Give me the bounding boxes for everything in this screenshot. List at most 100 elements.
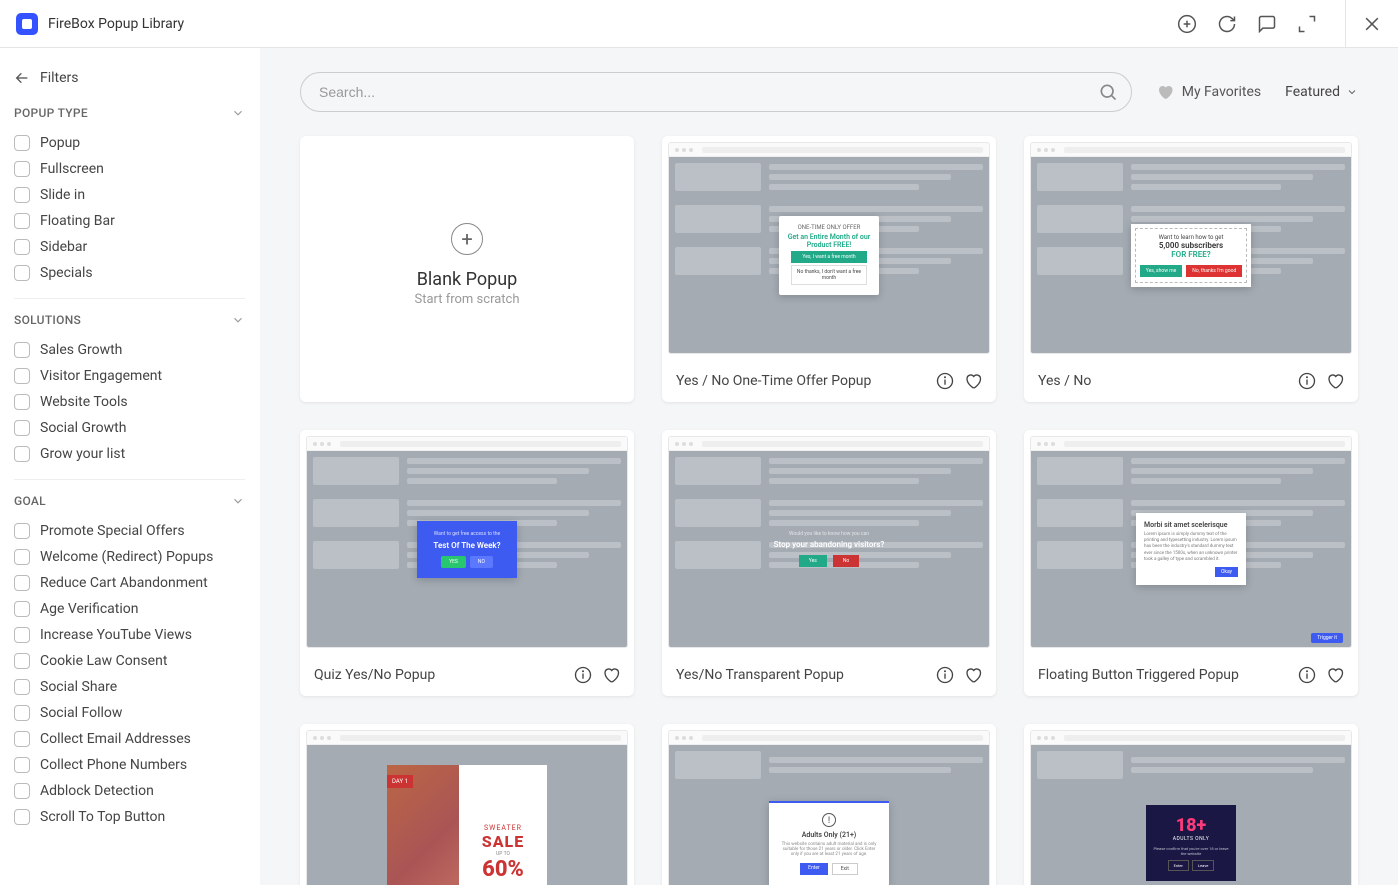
filter-label: Collect Email Addresses bbox=[40, 731, 191, 747]
template-card[interactable]: ! Adults Only (21+) This website contain… bbox=[662, 724, 996, 885]
filter-label: Grow your list bbox=[40, 446, 125, 462]
filter-item[interactable]: Social Follow bbox=[14, 700, 245, 726]
filter-group: GOAL Promote Special Offers Welcome (Redir… bbox=[14, 494, 245, 842]
checkbox[interactable] bbox=[14, 187, 30, 203]
filter-label: Specials bbox=[40, 265, 93, 281]
info-icon[interactable] bbox=[1298, 666, 1316, 684]
filter-item[interactable]: Popup bbox=[14, 130, 245, 156]
blank-popup-card[interactable]: + Blank Popup Start from scratch bbox=[300, 136, 634, 402]
filter-group-header[interactable]: POPUP TYPE bbox=[14, 106, 245, 120]
template-card[interactable]: Want to learn how to get 5,000 subscribe… bbox=[1024, 136, 1358, 402]
filter-label: Sidebar bbox=[40, 239, 87, 255]
filter-item[interactable]: Promote Special Offers bbox=[14, 518, 245, 544]
sort-dropdown[interactable]: Featured bbox=[1285, 84, 1358, 100]
checkbox[interactable] bbox=[14, 368, 30, 384]
template-card[interactable]: ONE-TIME ONLY OFFER Get an Entire Month … bbox=[662, 136, 996, 402]
filter-label: Reduce Cart Abandonment bbox=[40, 575, 208, 591]
checkbox[interactable] bbox=[14, 265, 30, 281]
card-title: Floating Button Triggered Popup bbox=[1038, 667, 1239, 683]
checkbox[interactable] bbox=[14, 809, 30, 825]
checkbox[interactable] bbox=[14, 601, 30, 617]
card-title: Yes/No Transparent Popup bbox=[676, 667, 844, 683]
filter-item[interactable]: Cookie Law Consent bbox=[14, 648, 245, 674]
filters-sidebar: Filters POPUP TYPE PopupFullscreenSlide i… bbox=[0, 48, 260, 885]
info-icon[interactable] bbox=[574, 666, 592, 684]
checkbox[interactable] bbox=[14, 705, 30, 721]
close-icon[interactable] bbox=[1362, 14, 1382, 34]
template-card[interactable]: Morbi sit amet scelerisque Lorem ipsum i… bbox=[1024, 430, 1358, 696]
search-icon[interactable] bbox=[1098, 82, 1118, 102]
filter-item[interactable]: Age Verification bbox=[14, 596, 245, 622]
blank-subtitle: Start from scratch bbox=[414, 292, 519, 307]
filters-toggle[interactable]: Filters bbox=[14, 64, 245, 92]
checkbox[interactable] bbox=[14, 446, 30, 462]
checkbox[interactable] bbox=[14, 239, 30, 255]
checkbox[interactable] bbox=[14, 549, 30, 565]
chevron-down-icon bbox=[231, 106, 245, 120]
filter-item[interactable]: Floating Bar bbox=[14, 208, 245, 234]
filter-item[interactable]: Collect Phone Numbers bbox=[14, 752, 245, 778]
filter-item[interactable]: Welcome (Redirect) Popups bbox=[14, 544, 245, 570]
heart-icon[interactable] bbox=[1326, 372, 1344, 390]
checkbox[interactable] bbox=[14, 342, 30, 358]
checkbox[interactable] bbox=[14, 420, 30, 436]
search-input[interactable] bbox=[300, 72, 1132, 112]
checkbox[interactable] bbox=[14, 135, 30, 151]
filter-item[interactable]: Reduce Cart Abandonment bbox=[14, 570, 245, 596]
heart-icon[interactable] bbox=[1326, 666, 1344, 684]
filter-group-header[interactable]: GOAL bbox=[14, 494, 245, 508]
checkbox[interactable] bbox=[14, 627, 30, 643]
template-card[interactable]: 18+ ADULTS ONLY Please confirm that you'… bbox=[1024, 724, 1358, 885]
add-icon[interactable] bbox=[1177, 14, 1197, 34]
refresh-icon[interactable] bbox=[1217, 14, 1237, 34]
filter-item[interactable]: Sidebar bbox=[14, 234, 245, 260]
favorites-button[interactable]: My Favorites bbox=[1156, 83, 1261, 101]
checkbox[interactable] bbox=[14, 653, 30, 669]
info-icon[interactable] bbox=[936, 372, 954, 390]
checkbox[interactable] bbox=[14, 523, 30, 539]
checkbox[interactable] bbox=[14, 161, 30, 177]
card-title: Yes / No bbox=[1038, 373, 1091, 389]
checkbox[interactable] bbox=[14, 575, 30, 591]
filter-item[interactable]: Scroll To Top Button bbox=[14, 804, 245, 830]
checkbox[interactable] bbox=[14, 679, 30, 695]
template-card[interactable]: Would you like to know how you can Stop … bbox=[662, 430, 996, 696]
filter-item[interactable]: Fullscreen bbox=[14, 156, 245, 182]
filter-item[interactable]: Specials bbox=[14, 260, 245, 286]
filter-item[interactable]: Visitor Engagement bbox=[14, 363, 245, 389]
checkbox[interactable] bbox=[14, 213, 30, 229]
filter-item[interactable]: Slide in bbox=[14, 182, 245, 208]
heart-icon[interactable] bbox=[964, 666, 982, 684]
heart-icon[interactable] bbox=[602, 666, 620, 684]
checkbox[interactable] bbox=[14, 394, 30, 410]
template-card[interactable]: Want to get free access to the Test Of T… bbox=[300, 430, 634, 696]
sort-label: Featured bbox=[1285, 84, 1340, 100]
filter-label: Social Growth bbox=[40, 420, 126, 436]
template-card[interactable]: DAY 1 SWEATER SALE UP TO 60% bbox=[300, 724, 634, 885]
heart-icon[interactable] bbox=[964, 372, 982, 390]
filter-item[interactable]: Grow your list bbox=[14, 441, 245, 467]
app-logo bbox=[16, 13, 38, 35]
filter-item[interactable]: Collect Email Addresses bbox=[14, 726, 245, 752]
filter-group-header[interactable]: SOLUTIONS bbox=[14, 313, 245, 327]
filter-item[interactable]: Adblock Detection bbox=[14, 778, 245, 804]
fullscreen-icon[interactable] bbox=[1297, 14, 1317, 34]
filter-label: Website Tools bbox=[40, 394, 128, 410]
filter-item[interactable]: Social Growth bbox=[14, 415, 245, 441]
info-icon[interactable] bbox=[1298, 372, 1316, 390]
search-wrap bbox=[300, 72, 1132, 112]
checkbox[interactable] bbox=[14, 783, 30, 799]
filter-item[interactable]: Social Share bbox=[14, 674, 245, 700]
filters-label: Filters bbox=[40, 70, 79, 86]
heart-icon bbox=[1156, 83, 1174, 101]
filter-item[interactable]: Website Tools bbox=[14, 389, 245, 415]
info-icon[interactable] bbox=[936, 666, 954, 684]
checkbox[interactable] bbox=[14, 757, 30, 773]
filter-group: POPUP TYPE PopupFullscreenSlide inFloatin… bbox=[14, 106, 245, 299]
filter-item[interactable]: Sales Growth bbox=[14, 337, 245, 363]
comment-icon[interactable] bbox=[1257, 14, 1277, 34]
filter-item[interactable]: Increase YouTube Views bbox=[14, 622, 245, 648]
checkbox[interactable] bbox=[14, 731, 30, 747]
filter-label: Promote Special Offers bbox=[40, 523, 185, 539]
blank-title: Blank Popup bbox=[417, 269, 518, 290]
